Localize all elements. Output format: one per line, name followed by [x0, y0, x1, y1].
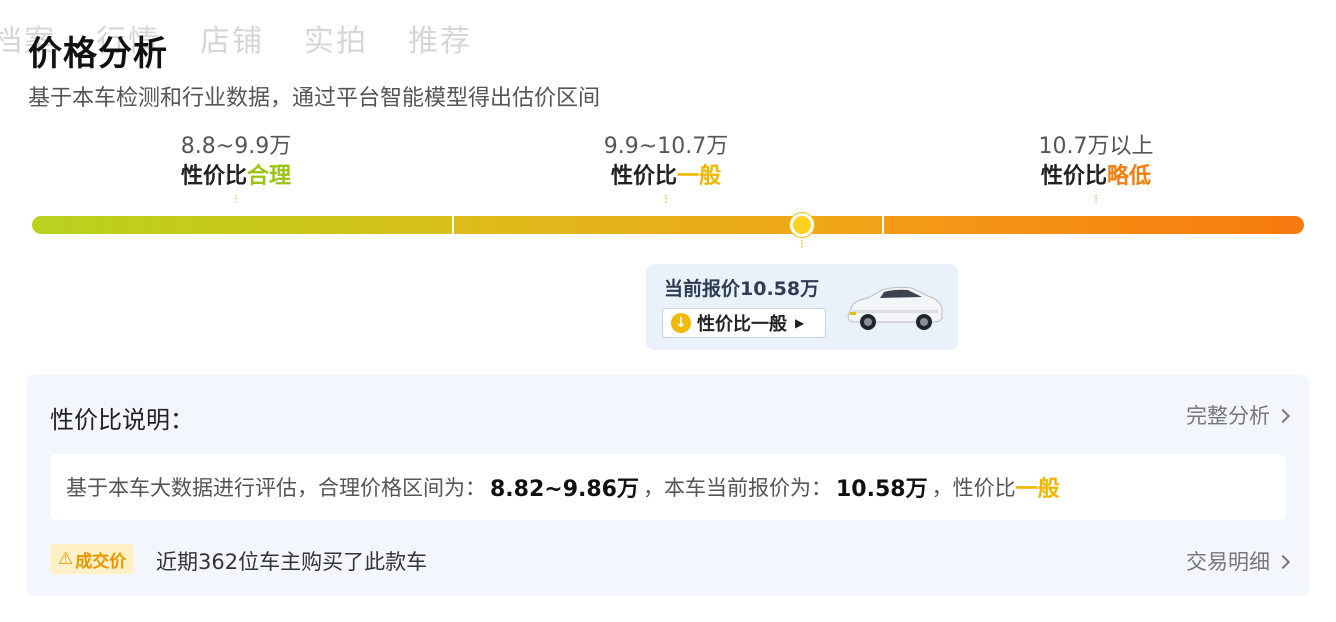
segment-range: 10.7万以上 [1038, 134, 1154, 159]
reasonable-range-value: 8.82~9.86万 [490, 477, 639, 502]
segment-label-average: 9.9~10.7万 性价比一般 ⁝ [536, 132, 796, 206]
bar-divider [452, 216, 454, 234]
chevron-right-icon [1275, 554, 1291, 570]
panel-title: 性价比说明： [50, 406, 194, 434]
bar-segment-reasonable [32, 216, 453, 234]
deal-price-badge: ⚠ 成交价 [50, 544, 135, 574]
page-title: 价格分析 [28, 34, 168, 74]
current-price-card[interactable]: 当前报价10.58万 ↓ 性价比一般 ▶ [646, 264, 958, 350]
transaction-detail-link[interactable]: 交易明细 [1186, 546, 1291, 576]
explanation-text: ，性价比 [931, 476, 1016, 500]
tab-recommend[interactable]: 推荐 [408, 16, 472, 60]
current-price-label: 当前报价10.58万 [664, 278, 820, 300]
segment-dots: ⁝ [1094, 192, 1098, 206]
marker-dots: ⁝ [800, 237, 804, 251]
segment-verdict: 性价比一般 [610, 164, 722, 189]
price-range-bar [32, 216, 1304, 234]
deal-count-text: 近期362位车主购买了此款车 [156, 550, 428, 574]
chevron-right-icon [1275, 408, 1291, 424]
segment-verdict: 性价比略低 [1040, 164, 1152, 189]
value-tag-label: 性价比一般 [697, 314, 787, 335]
segment-label-reasonable: 8.8~9.9万 性价比合理 ⁝ [106, 132, 366, 206]
deal-icon: ⚠ [58, 549, 74, 569]
bar-segment-average [453, 216, 883, 234]
value-tag-button[interactable]: ↓ 性价比一般 ▶ [662, 308, 826, 338]
segment-range: 8.8~9.9万 [180, 134, 292, 159]
segment-range: 9.9~10.7万 [603, 134, 729, 159]
segment-label-low: 10.7万以上 性价比略低 ⁝ [966, 132, 1226, 206]
tab-store[interactable]: 店铺 [200, 16, 264, 60]
page-subtitle: 基于本车检测和行业数据，通过平台智能模型得出估价区间 [28, 86, 601, 111]
current-price-marker [790, 213, 814, 237]
explanation-text: ，本车当前报价为： [643, 476, 832, 500]
play-arrow-icon: ▶ [795, 316, 805, 330]
value-level: 一般 [1015, 477, 1060, 502]
explanation-text: 基于本车大数据进行评估，合理价格区间为： [66, 476, 486, 500]
current-price-value: 10.58万 [836, 477, 928, 502]
segment-dots: ⁝ [664, 192, 668, 206]
car-image [847, 286, 943, 330]
full-analysis-link[interactable]: 完整分析 [1186, 400, 1291, 430]
bar-divider [882, 216, 884, 234]
down-arrow-icon: ↓ [671, 313, 691, 333]
segment-verdict: 性价比合理 [180, 164, 292, 189]
segment-dots: ⁝ [234, 192, 238, 206]
explanation-text-box: 基于本车大数据进行评估，合理价格区间为： 8.82~9.86万 ，本车当前报价为… [50, 454, 1286, 520]
bar-segment-low [883, 216, 1304, 234]
tab-photos[interactable]: 实拍 [304, 16, 368, 60]
value-explanation-panel: 性价比说明： 完整分析 基于本车大数据进行评估，合理价格区间为： 8.82~9.… [26, 374, 1310, 596]
